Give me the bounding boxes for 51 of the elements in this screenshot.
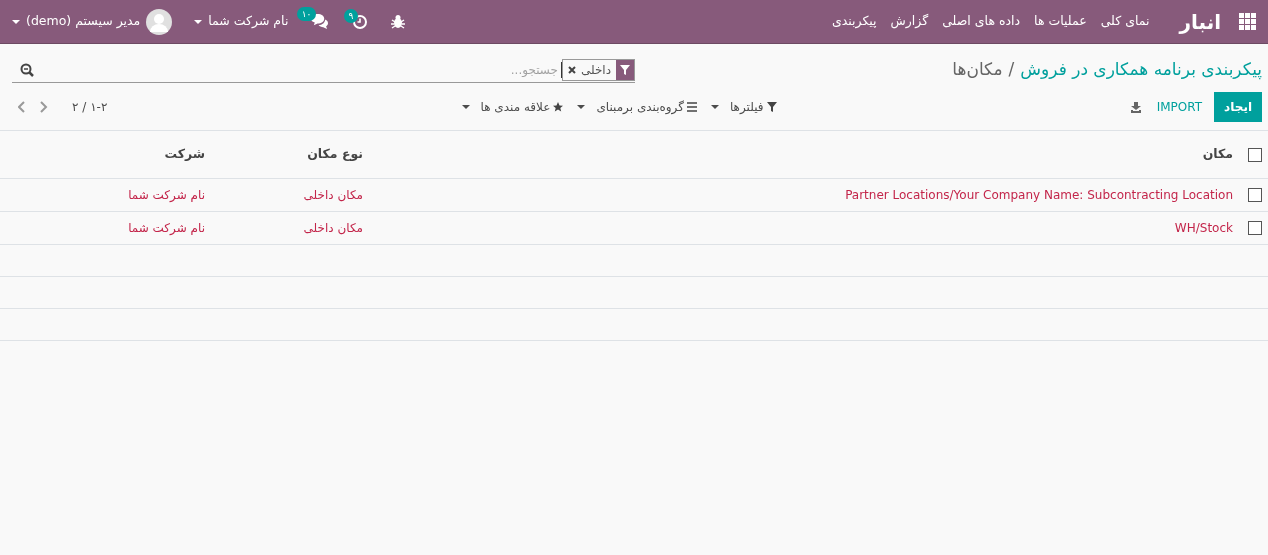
count-badge: ۹ bbox=[343, 8, 359, 23]
avatar-icon bbox=[146, 8, 173, 35]
dropdown-toggle[interactable]: گروه‌بندی برمبنای bbox=[577, 98, 697, 116]
count-badge: ۱۰ bbox=[296, 7, 317, 21]
breadcrumb-link[interactable]: پیکربندی برنامه همکاری در فروش bbox=[1020, 57, 1262, 83]
checkbox[interactable] bbox=[1248, 221, 1262, 235]
column-header[interactable]: مکان bbox=[1202, 145, 1233, 161]
zoom-out-icon[interactable] bbox=[20, 62, 34, 77]
caret-icon bbox=[461, 105, 470, 109]
next-icon[interactable] bbox=[40, 101, 48, 113]
dropdown-toggle[interactable]: فیلترها bbox=[710, 98, 777, 116]
dropdown-toggle[interactable]: علاقه مندی ها bbox=[461, 98, 564, 116]
page-title: مکان‌ها bbox=[952, 58, 1003, 82]
list-icon bbox=[686, 102, 697, 112]
clock-icon[interactable] bbox=[353, 14, 368, 29]
filter-icon bbox=[620, 64, 630, 75]
caret-icon bbox=[710, 105, 719, 109]
star-icon bbox=[553, 102, 564, 112]
table-cell: نام شرکت شما bbox=[128, 220, 205, 235]
caret-icon bbox=[577, 105, 586, 109]
app-title: انبار bbox=[1179, 8, 1221, 36]
download-icon[interactable] bbox=[1130, 101, 1141, 113]
import-button[interactable]: IMPORT bbox=[1144, 98, 1215, 116]
table-cell: Partner Locations/Your Company Name: Subcontracting Location bbox=[845, 187, 1233, 202]
facet-label: داخلی bbox=[579, 61, 612, 79]
user-menu[interactable]: مدیر سیستم (demo) bbox=[12, 8, 173, 35]
column-header[interactable]: شرکت bbox=[164, 145, 205, 161]
company-switcher[interactable]: نام شرکت شما bbox=[194, 12, 289, 31]
caret-icon bbox=[12, 19, 20, 24]
column-header[interactable]: نوع مکان bbox=[307, 145, 363, 161]
apps-grid-icon[interactable] bbox=[1239, 13, 1256, 30]
previous-icon[interactable] bbox=[18, 101, 26, 113]
checkbox[interactable] bbox=[1248, 188, 1262, 202]
filter-icon bbox=[766, 102, 777, 112]
search-field[interactable]: جستجو... bbox=[34, 61, 562, 78]
menu-item[interactable]: پیکربندی bbox=[831, 12, 877, 31]
caret-icon bbox=[194, 19, 203, 24]
menu-item[interactable]: داده های اصلی bbox=[942, 12, 1021, 31]
table-cell: مکان داخلی bbox=[303, 220, 363, 235]
breadcrumb-separator: / bbox=[1008, 58, 1015, 82]
menu-item[interactable]: گزارش bbox=[890, 12, 929, 31]
remove-icon[interactable] bbox=[567, 65, 576, 74]
menu-item[interactable]: نمای کلی bbox=[1100, 12, 1150, 31]
bug-icon[interactable] bbox=[391, 14, 406, 29]
table-cell: نام شرکت شما bbox=[128, 187, 205, 202]
pager-value: ۱-۲ / ۲ bbox=[72, 99, 108, 116]
checkbox[interactable] bbox=[1248, 147, 1262, 162]
table-cell: مکان داخلی bbox=[303, 187, 363, 202]
menu-item[interactable]: عملیات ها bbox=[1034, 12, 1087, 31]
table-cell: WH/Stock bbox=[1174, 220, 1233, 235]
create-button[interactable]: ایجاد bbox=[1214, 92, 1262, 122]
